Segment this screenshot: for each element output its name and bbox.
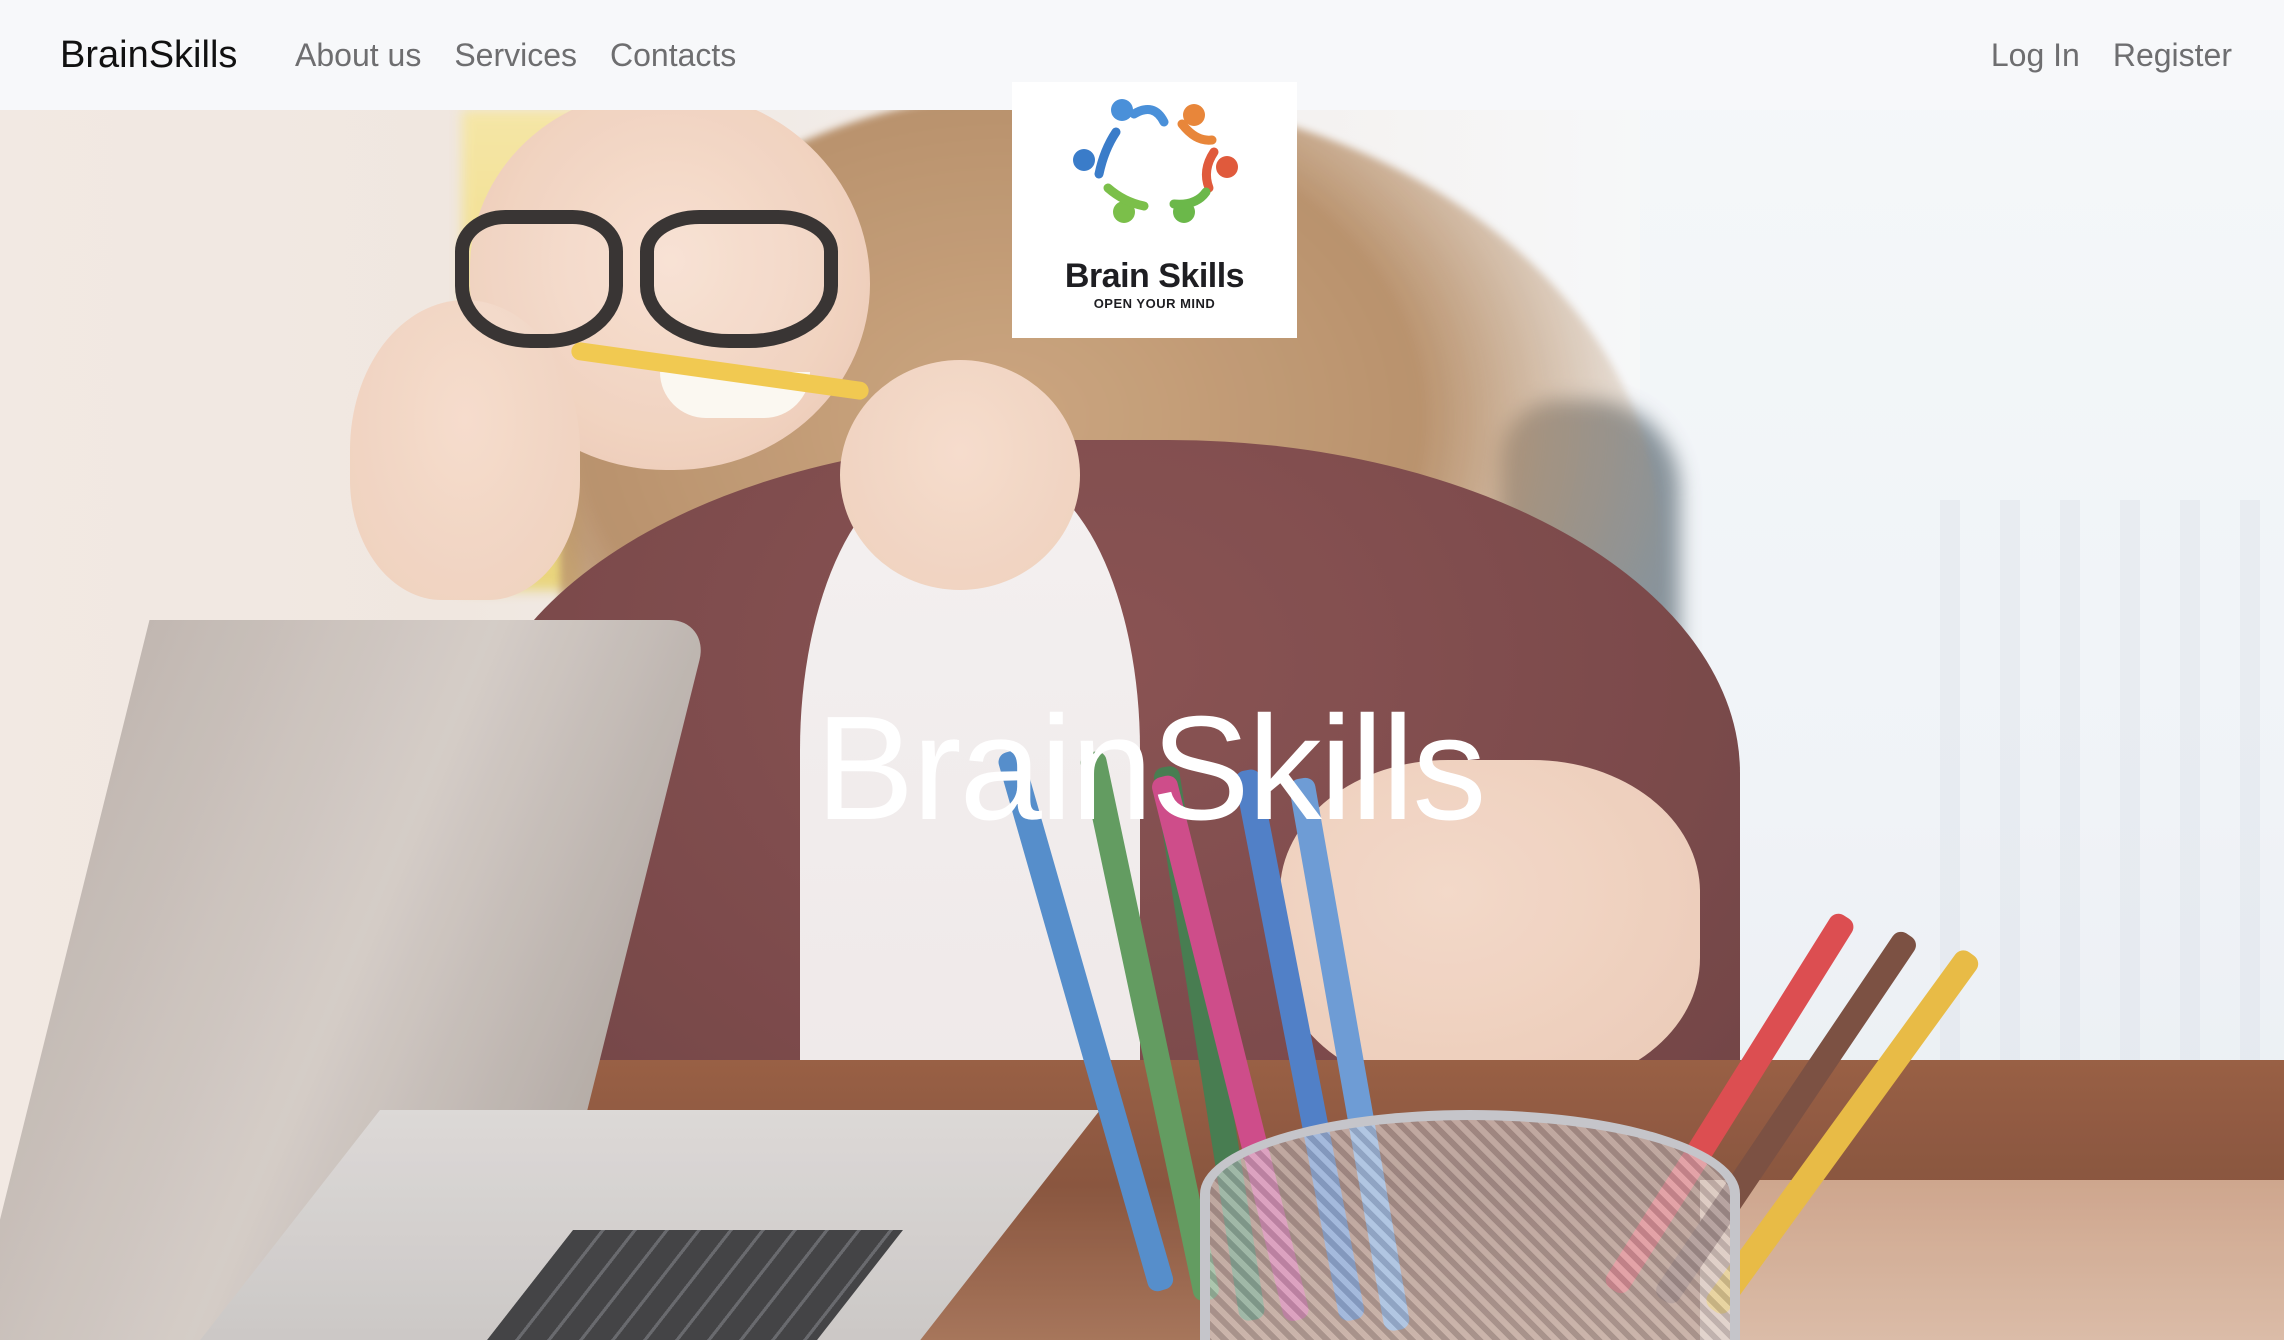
logo-name: Brain Skills [1064,257,1245,295]
register-link[interactable]: Register [2113,30,2232,80]
nav-link-contacts[interactable]: Contacts [610,30,736,80]
nav-link-services[interactable]: Services [454,30,577,80]
brand-link[interactable]: BrainSkills [60,30,237,80]
brand-logo: Brain Skills OPEN YOUR MIND [1012,82,1297,338]
person-figure [1111,99,1169,127]
primary-nav: About us Services Contacts [295,30,769,80]
login-link[interactable]: Log In [1991,30,2080,80]
auth-nav: Log In Register [1958,30,2232,80]
person-figure [1073,127,1121,179]
nav-link-about-us[interactable]: About us [295,30,421,80]
people-circle-icon [1073,99,1238,223]
person-figure [1103,183,1149,223]
person-figure [1169,187,1211,223]
person-figure [1177,104,1217,145]
person-figure [1201,147,1238,193]
logo-tagline: OPEN YOUR MIND [1093,296,1216,311]
hero-title: BrainSkills [815,686,1487,852]
